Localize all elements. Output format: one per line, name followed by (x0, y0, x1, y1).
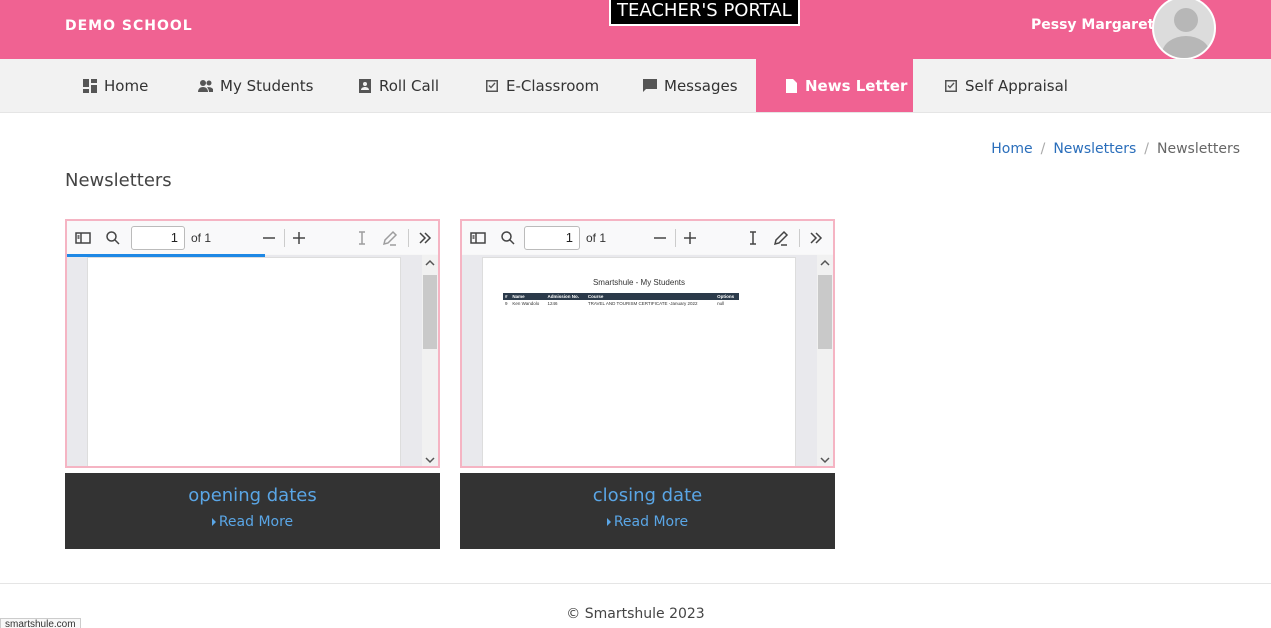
page-count: of 1 (586, 230, 607, 245)
doc-header-cell: Admission No. (545, 293, 586, 300)
nav-e-classroom-label: E-Classroom (506, 76, 600, 95)
avatar[interactable] (1152, 0, 1216, 60)
nav-roll-call[interactable]: Roll Call (357, 59, 439, 112)
nav-messages-label: Messages (664, 76, 738, 95)
scroll-thumb[interactable] (818, 275, 832, 349)
scroll-up-icon[interactable] (820, 258, 830, 268)
doc-header-cell: Options (715, 293, 739, 300)
doc-cell: 9 (505, 301, 508, 306)
doc-header-cell: Name (510, 293, 546, 300)
doc-cell: Ken Wandolo (512, 301, 540, 306)
zoom-out-icon[interactable] (261, 230, 277, 246)
nav-self-appraisal[interactable]: Self Appraisal (943, 59, 1068, 112)
scrollbar[interactable] (817, 255, 833, 466)
newsletter-card: 1 of 1 opening dates Read More (65, 219, 440, 549)
pdf-viewer[interactable]: 1 of 1 Smartshule - My Students # Name A… (460, 219, 835, 468)
page-title: Newsletters (65, 170, 172, 191)
pdf-content-area (67, 255, 438, 466)
zoom-out-icon[interactable] (652, 230, 668, 246)
search-icon[interactable] (500, 230, 516, 246)
doc-header-cell: # (503, 293, 511, 300)
read-more-link[interactable]: Read More (606, 514, 688, 530)
chat-icon (643, 78, 657, 92)
doc-header-cell: Course (585, 293, 716, 300)
newsletter-title[interactable]: opening dates (65, 485, 440, 506)
school-brand[interactable]: DEMO SCHOOL (65, 18, 193, 34)
loading-progress-bar (67, 254, 265, 257)
scrollbar[interactable] (422, 255, 438, 466)
doc-title: Smartshule - My Students (592, 278, 686, 287)
nav-self-appraisal-label: Self Appraisal (965, 76, 1068, 95)
checkbox-icon (486, 79, 498, 92)
zoom-in-icon[interactable] (291, 230, 307, 246)
newsletter-card: 1 of 1 Smartshule - My Students # Name A… (460, 219, 835, 549)
doc-table: # Name Admission No. Course Options 9 Ke… (503, 293, 739, 307)
scroll-up-icon[interactable] (425, 258, 435, 268)
scroll-down-icon[interactable] (820, 455, 830, 465)
more-tools-icon[interactable] (808, 230, 824, 246)
document-icon (786, 78, 797, 93)
zoom-in-icon[interactable] (682, 230, 698, 246)
checkbox-icon (945, 79, 957, 92)
sidebar-toggle-icon[interactable] (75, 230, 91, 246)
draw-icon[interactable] (382, 230, 398, 246)
newsletter-title[interactable]: closing date (460, 485, 835, 506)
doc-cell: TRAVEL AND TOURISM CERTIFICATE -January … (587, 301, 698, 306)
nav-my-students-label: My Students (220, 76, 314, 95)
card-footer: opening dates Read More (65, 473, 440, 549)
portal-title: TEACHER'S PORTAL (609, 0, 800, 26)
read-more-link[interactable]: Read More (211, 514, 293, 530)
page-count: of 1 (191, 230, 212, 245)
text-select-icon[interactable] (354, 230, 370, 246)
top-header: DEMO SCHOOL TEACHER'S PORTAL Pessy Marga… (0, 0, 1271, 60)
people-icon (198, 79, 213, 92)
text-select-icon[interactable] (745, 230, 761, 246)
sidebar-toggle-icon[interactable] (470, 230, 486, 246)
scroll-thumb[interactable] (423, 275, 437, 349)
copyright: © Smartshule 2023 (566, 606, 705, 622)
scroll-down-icon[interactable] (425, 455, 435, 465)
footer-divider (0, 583, 1271, 584)
main-navbar: Home My Students Roll Call E-Classroom M… (0, 59, 1271, 113)
breadcrumb-current: Newsletters (1157, 141, 1240, 157)
pdf-viewer[interactable]: 1 of 1 (65, 219, 440, 468)
page-number-input[interactable]: 1 (524, 225, 580, 250)
nav-news-letter[interactable]: News Letter (756, 59, 913, 112)
search-icon[interactable] (105, 230, 121, 246)
pdf-content-area: Smartshule - My Students # Name Admissio… (462, 255, 833, 466)
dashboard-icon (83, 78, 97, 93)
nav-home[interactable]: Home (82, 59, 148, 112)
breadcrumb: Home / Newsletters / Newsletters (991, 141, 1240, 157)
nav-messages[interactable]: Messages (642, 59, 738, 112)
nav-roll-call-label: Roll Call (379, 76, 440, 95)
pdf-toolbar: 1 of 1 (67, 221, 438, 254)
user-name: Pessy Margaret (1031, 17, 1155, 33)
card-footer: closing date Read More (460, 473, 835, 549)
nav-home-label: Home (104, 76, 149, 95)
user-menu[interactable]: Pessy Margaret (1031, 17, 1165, 33)
pdf-page: Smartshule - My Students # Name Admissio… (482, 257, 796, 466)
pdf-page (87, 257, 401, 466)
doc-cell: null (717, 301, 725, 306)
nav-e-classroom[interactable]: E-Classroom (484, 59, 599, 112)
more-tools-icon[interactable] (417, 230, 433, 246)
page-number-input[interactable]: 1 (131, 225, 185, 250)
pdf-toolbar: 1 of 1 (462, 221, 833, 254)
draw-icon[interactable] (773, 230, 789, 246)
contact-card-icon (359, 78, 371, 93)
caret-right-icon (211, 518, 216, 526)
status-url: smartshule.com (0, 618, 81, 628)
breadcrumb-newsletters[interactable]: Newsletters (1053, 141, 1136, 157)
caret-right-icon (606, 518, 611, 526)
doc-cell: 1246 (547, 301, 558, 306)
nav-my-students[interactable]: My Students (198, 59, 313, 112)
nav-news-letter-label: News Letter (805, 76, 908, 95)
breadcrumb-home[interactable]: Home (991, 141, 1032, 157)
